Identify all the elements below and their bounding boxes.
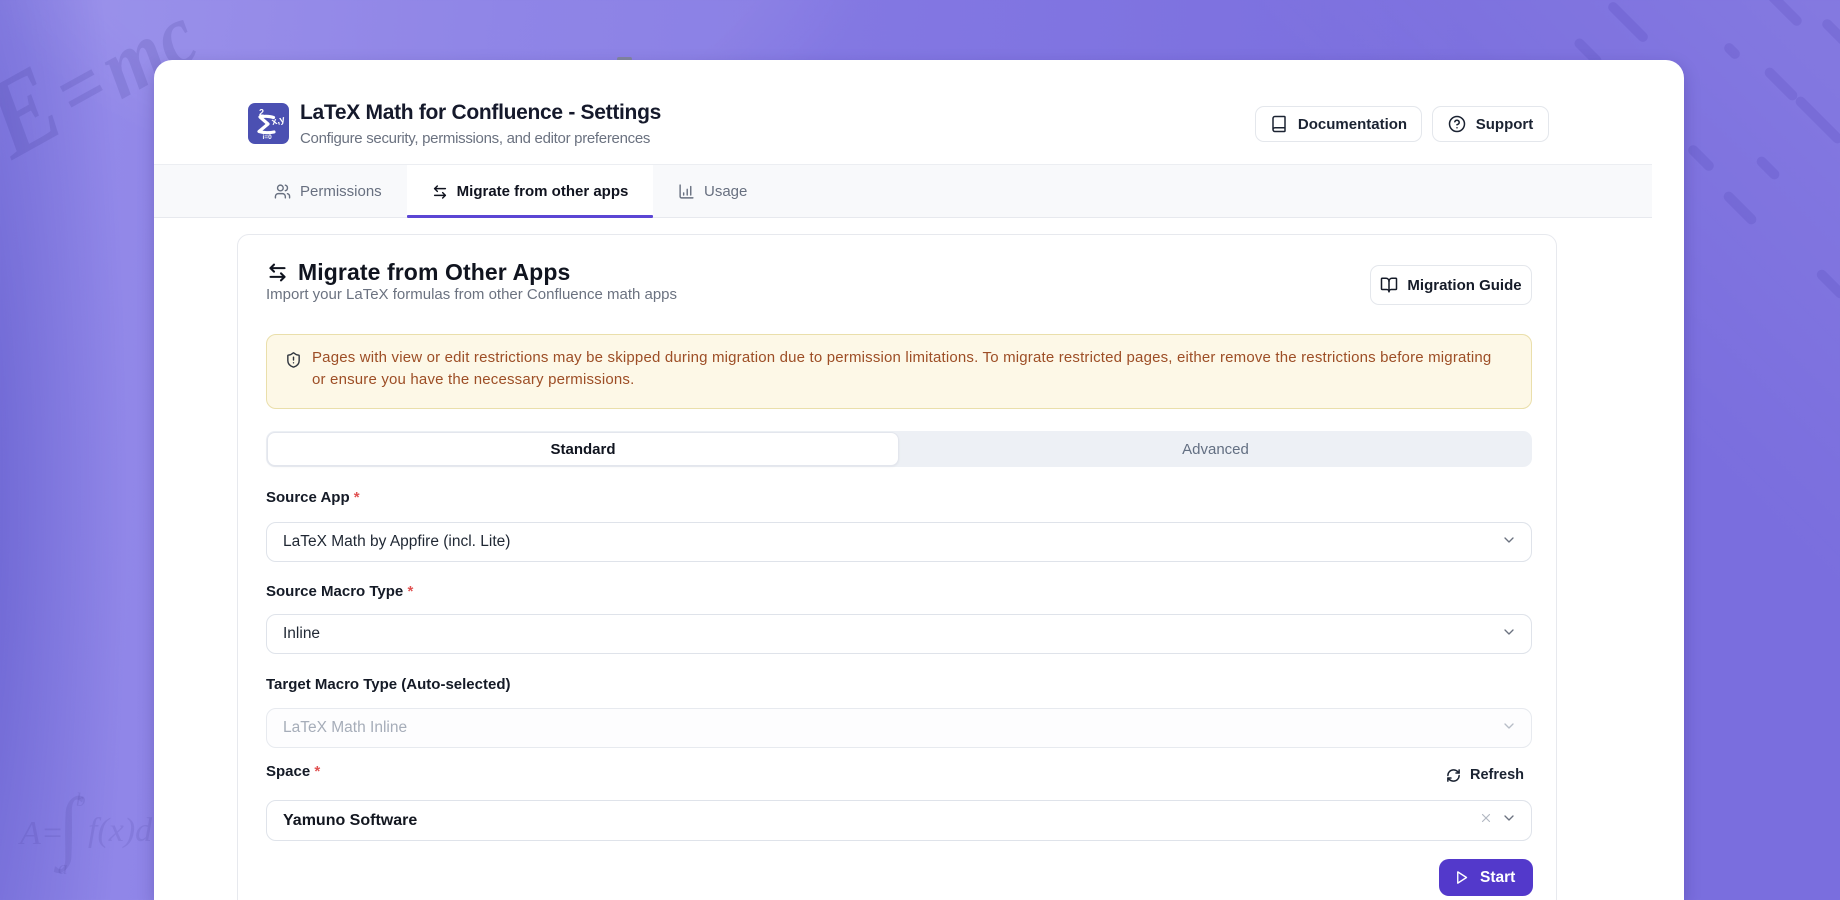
svg-text:x,y: x,y — [271, 114, 287, 128]
svg-text:i=0: i=0 — [263, 134, 273, 141]
svg-text:2: 2 — [259, 108, 264, 118]
